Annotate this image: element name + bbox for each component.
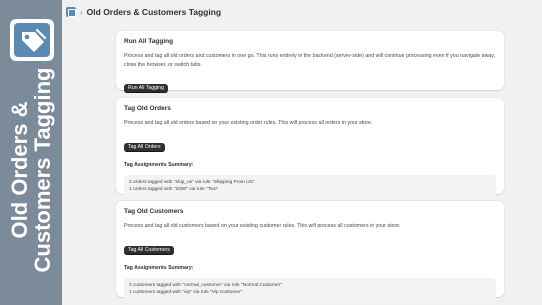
tag-orders-title: Tag Old Orders [124,105,171,112]
promo-title-line1: Old Orders & [7,101,32,239]
promo-banner: Old Orders & Customers Tagging [0,0,62,305]
list-item: 2 orders tagged with "ship_us" via rule … [129,179,255,185]
customers-summary-box: 3 customers tagged with "normal_customer… [124,277,496,301]
orders-summary-title: Tag Assignments Summary: [124,161,194,168]
list-item: 1 orders tagged with "2000" via rule "Tw… [129,187,219,192]
tag-orders-description: Process and tag all old orders based on … [124,120,373,126]
tag-logo-icon [10,19,54,61]
tag-customers-description: Process and tag all old customers based … [124,223,401,229]
run-all-title: Run All Tagging [124,38,174,45]
page-header: › Old Orders & Customers Tagging [66,4,536,20]
run-all-button[interactable]: Run All Tagging [124,84,168,93]
list-item: 3 customers tagged with "normal_customer… [129,282,282,288]
customers-summary-title: Tag Assignments Summary: [124,264,194,271]
page-title: Old Orders & Customers Tagging [86,7,222,17]
orders-summary-box: 2 orders tagged with "ship_us" via rule … [124,174,496,198]
tag-customers-card: Tag Old Customers Process and tag all ol… [116,201,504,301]
run-all-description: Process and tag all old orders and custo… [124,53,496,68]
tag-orders-card: Tag Old Orders Process and tag all old o… [116,98,504,198]
list-item: 1 customers tagged with "vip" via rule "… [129,290,243,295]
run-all-card: Run All Tagging Process and tag all old … [116,31,504,93]
promo-title: Old Orders & Customers Tagging [7,67,55,273]
breadcrumb-separator: › [80,7,83,17]
tag-all-orders-button[interactable]: Tag All Orders [124,142,165,152]
app-icon[interactable] [66,7,76,17]
tag-customers-title: Tag Old Customers [124,208,184,215]
promo-title-line2: Customers Tagging [30,67,55,273]
tag-all-customers-button[interactable]: Tag All Customers [124,245,174,255]
